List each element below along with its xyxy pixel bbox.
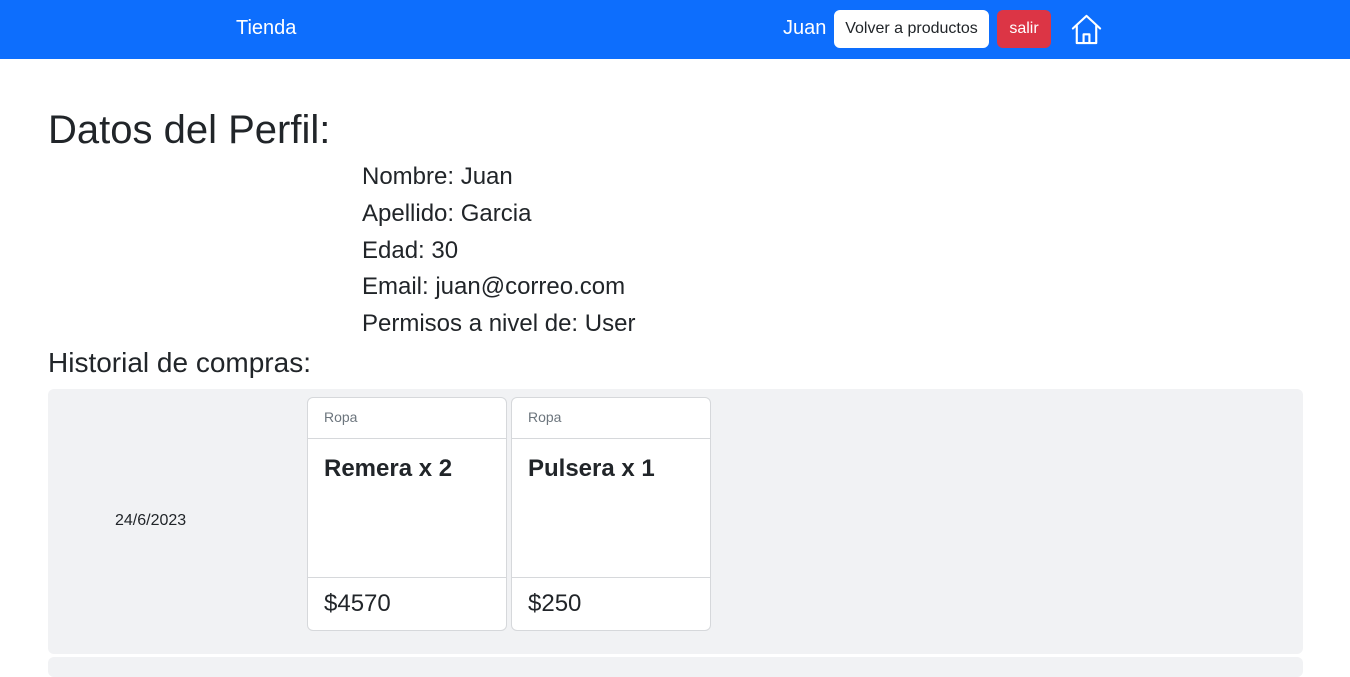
navbar: Tienda Juan Volver a productos salir — [0, 0, 1350, 59]
page-title: Datos del Perfil: — [48, 108, 331, 152]
order-row — [48, 657, 1303, 677]
product-card: Ropa Pulsera x 1 $250 — [511, 397, 711, 631]
user-name: Juan — [783, 17, 827, 39]
card-price: $4570 — [308, 577, 506, 630]
profile-email: Email: juan@correo.com — [362, 273, 626, 301]
home-icon[interactable] — [1069, 12, 1104, 47]
product-card: Ropa Remera x 2 $4570 — [307, 397, 507, 631]
profile-age: Edad: 30 — [362, 236, 459, 264]
profile-surname: Apellido: Garcia — [362, 199, 532, 227]
card-price: $250 — [512, 577, 710, 630]
card-product-name: Remera x 2 — [324, 455, 453, 482]
card-category: Ropa — [512, 398, 710, 439]
logout-button[interactable]: salir — [997, 10, 1051, 48]
card-category: Ropa — [308, 398, 506, 439]
profile-name: Nombre: Juan — [362, 163, 513, 190]
brand-link[interactable]: Tienda — [236, 17, 296, 40]
profile-details: Nombre: Juan Apellido: Garcia Edad: 30 E… — [362, 159, 635, 343]
profile-permissions: Permisos a nivel de: User — [362, 310, 636, 338]
order-date: 24/6/2023 — [115, 512, 187, 529]
history-title: Historial de compras: — [48, 347, 311, 378]
back-to-products-button[interactable]: Volver a productos — [834, 10, 989, 48]
card-product-name: Pulsera x 1 — [528, 455, 655, 482]
